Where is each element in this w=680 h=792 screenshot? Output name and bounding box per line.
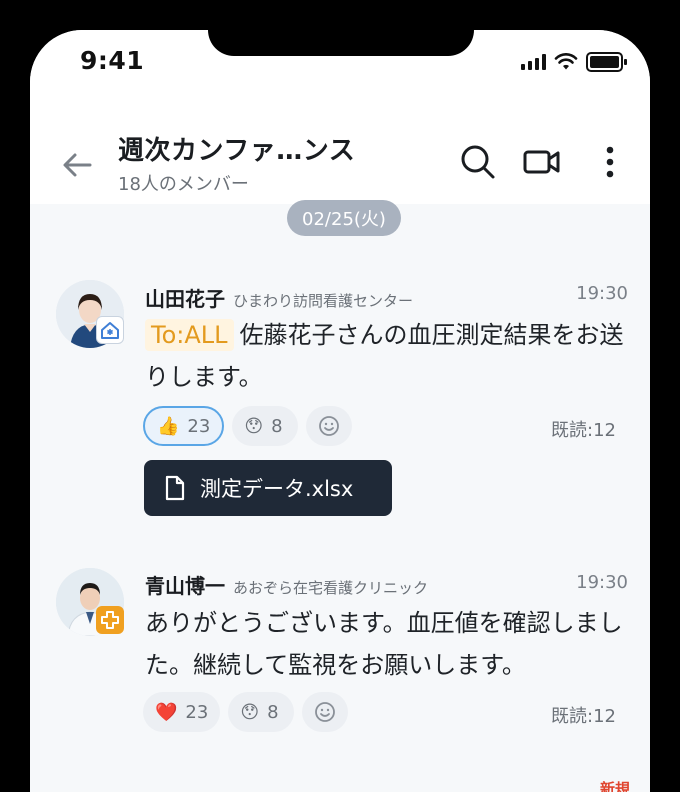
- mention-tag[interactable]: To:ALL: [145, 319, 234, 351]
- reaction-thumbs-up[interactable]: 👍 23: [143, 406, 225, 446]
- device-frame: 9:41 週次カンファ…ンス 18人のメンバー 02/25(火) 山田花子 ひま…: [0, 0, 680, 792]
- chat-header: 週次カンファ…ンス 18人のメンバー: [30, 108, 650, 204]
- status-icons: [521, 52, 628, 72]
- read-receipt[interactable]: 既読:12: [551, 416, 616, 442]
- video-camera-icon: [523, 150, 560, 174]
- surprised-face-icon: 😯: [240, 701, 260, 723]
- sender-organization: ひまわり訪問看護センター: [233, 292, 414, 310]
- surprised-face-icon: 😯: [244, 415, 264, 437]
- heart-icon: ❤️: [155, 701, 178, 723]
- add-reaction-button[interactable]: [306, 406, 353, 446]
- thumbs-up-icon: 👍: [157, 415, 180, 437]
- home-care-badge-icon: [96, 316, 124, 344]
- status-time: 9:41: [80, 46, 145, 75]
- smiley-add-icon: [319, 416, 340, 436]
- reaction-count: 23: [187, 415, 211, 437]
- reaction-heart[interactable]: ❤️ 23: [143, 692, 221, 732]
- file-name: 測定データ.xlsx: [200, 477, 354, 501]
- chat-title[interactable]: 週次カンファ…ンス: [118, 130, 355, 167]
- file-attachment[interactable]: 測定データ.xlsx: [144, 460, 392, 516]
- clinic-badge-icon: [96, 606, 124, 634]
- sender-name[interactable]: 青山博一 あおぞら在宅看護クリニック: [145, 570, 428, 599]
- member-count[interactable]: 18人のメンバー: [118, 170, 249, 196]
- video-call-button[interactable]: [522, 142, 562, 182]
- sender-name[interactable]: 山田花子 ひまわり訪問看護センター: [145, 283, 413, 312]
- wifi-icon: [554, 53, 578, 70]
- arrow-left-icon[interactable]: [60, 148, 94, 182]
- reaction-count: 8: [267, 701, 279, 723]
- message-time: 19:30: [576, 283, 628, 304]
- battery-icon: [586, 52, 627, 72]
- reaction-bar: 👍 23 😯 8: [143, 406, 353, 446]
- sender-name-text: 青山博一: [145, 574, 225, 598]
- search-button[interactable]: [458, 142, 498, 182]
- cellular-signal-icon: [521, 54, 546, 70]
- message-text: ありがとうございます。血圧値を確認しました。継続して監視をお願いします。: [145, 609, 623, 679]
- sender-name-text: 山田花子: [145, 287, 225, 311]
- camera-notch: [208, 28, 474, 56]
- reaction-count: 8: [271, 415, 283, 437]
- more-vertical-icon: [606, 146, 614, 178]
- date-separator: 02/25(火): [287, 200, 401, 236]
- reaction-bar: ❤️ 23 😯 8: [143, 692, 349, 732]
- document-icon: [165, 475, 185, 501]
- add-reaction-button[interactable]: [302, 692, 349, 732]
- reaction-surprised[interactable]: 😯 8: [228, 692, 295, 732]
- read-receipt[interactable]: 既読:12: [551, 702, 616, 728]
- reaction-count: 23: [185, 701, 209, 723]
- reaction-surprised[interactable]: 😯 8: [232, 406, 299, 446]
- new-messages-label: 新規: [599, 780, 630, 792]
- smiley-add-icon: [315, 702, 336, 722]
- more-menu-button[interactable]: [590, 142, 630, 182]
- message-text: To:ALL 佐藤花子さんの血圧測定結果をお送りします。: [145, 314, 625, 398]
- app-screen: 9:41 週次カンファ…ンス 18人のメンバー 02/25(火) 山田花子 ひま…: [30, 30, 650, 792]
- message-time: 19:30: [576, 572, 628, 593]
- search-icon: [461, 145, 495, 179]
- sender-organization: あおぞら在宅看護クリニック: [233, 579, 429, 597]
